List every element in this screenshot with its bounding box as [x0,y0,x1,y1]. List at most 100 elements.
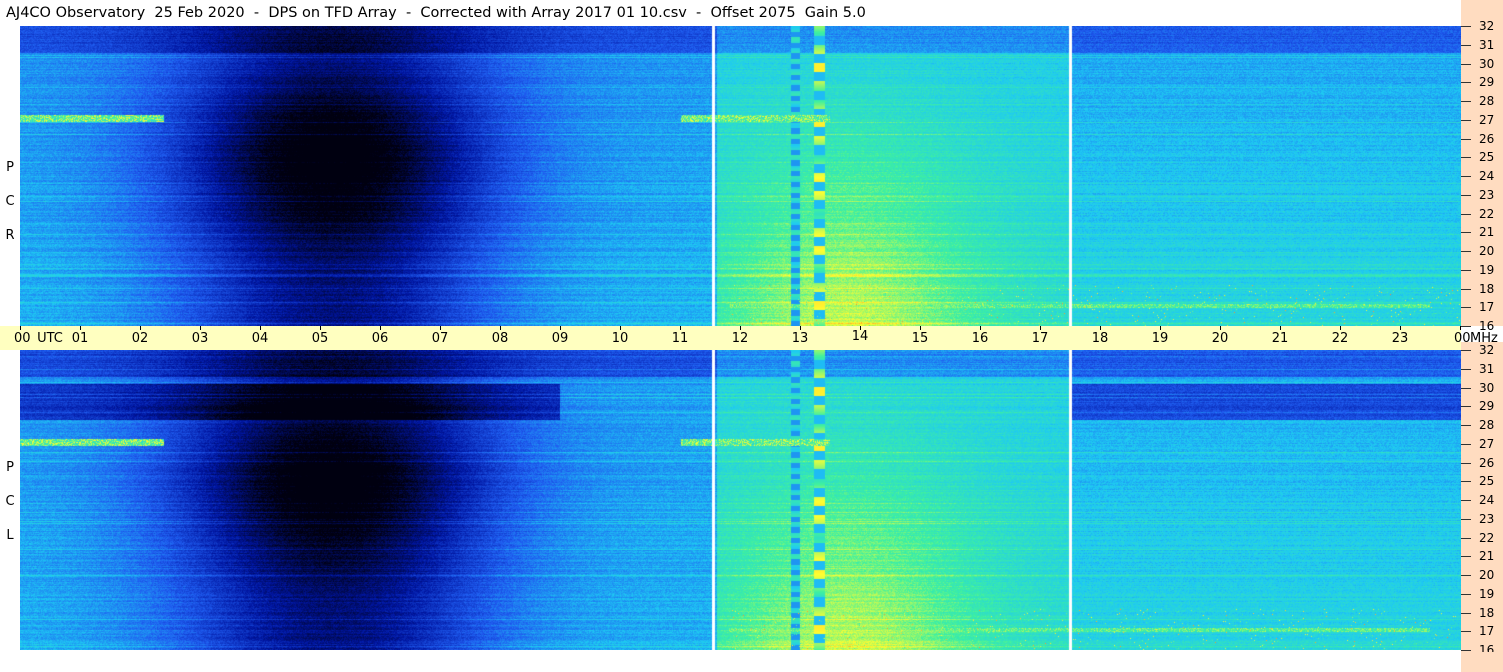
utc-axis: 00 01 02 03 04 05 06 07 08 09 10 11 12 13 14 15 16 17 18 19… [0,326,1498,350]
y-tick [1461,326,1471,327]
y-tick-label: 19 [1479,586,1495,601]
rcp-heatmap [20,26,1461,326]
x-tick-label: 12 [731,331,749,346]
freq-scale-top: 32 31 30 29 28 27 26 25 24 23 22 21 20 19 18 17 16 [1461,18,1503,333]
y-tick [1461,101,1471,102]
y-tick-label: 30 [1479,380,1495,395]
y-tick-label: 23 [1479,511,1495,526]
y-tick [1461,232,1471,234]
x-tick-label: 00 [14,331,31,346]
x-tick [80,326,81,330]
x-tick [1100,326,1101,330]
x-tick-label: 18 [1091,331,1109,346]
utc-unit-label: UTC [37,331,63,346]
y-tick [1461,462,1471,464]
y-tick-label: 32 [1479,343,1495,357]
y-tick-label: 29 [1479,399,1495,414]
y-tick-label: 25 [1479,150,1495,165]
x-tick-label: 13 [791,331,809,346]
x-tick [260,326,261,330]
x-tick [620,326,621,330]
y-tick-label: 19 [1479,262,1495,277]
x-tick-label: 21 [1271,331,1289,346]
y-tick [1461,63,1471,65]
y-tick-label: 24 [1479,169,1495,183]
y-tick-label: 31 [1479,361,1495,376]
x-tick-label: 15 [911,331,929,346]
x-tick [1220,326,1221,330]
x-tick-label: 10 [611,331,629,346]
x-tick [440,326,441,330]
x-tick-label: 08 [491,331,509,346]
freq-scale-end [1461,652,1503,672]
y-tick-label: 17 [1479,624,1495,639]
pol-letter: C [5,194,15,209]
x-tick [800,326,801,330]
y-tick-label: 21 [1479,549,1495,564]
y-tick-label: 22 [1479,530,1495,545]
x-tick [200,326,201,330]
x-tick-label: 06 [371,331,389,346]
y-tick [1461,368,1471,370]
y-tick [1461,518,1471,520]
x-tick [1400,326,1401,330]
y-tick [1461,406,1471,408]
x-tick [140,326,141,330]
y-tick [1461,537,1471,539]
x-tick-label: 22 [1331,331,1349,346]
x-tick-label: 03 [191,331,209,346]
x-tick-label: 05 [311,331,329,346]
x-tick-label: 07 [431,331,449,346]
pol-letter: R [5,228,15,243]
x-tick [1340,326,1341,330]
y-tick-label: 28 [1479,418,1495,432]
y-tick-label: 31 [1479,37,1495,52]
y-tick [1461,176,1471,177]
x-tick [740,326,741,330]
y-tick-label: 17 [1479,300,1495,315]
y-tick [1461,82,1471,84]
y-tick-label: 22 [1479,206,1495,221]
x-tick [1280,326,1281,330]
pol-label-top: P C R [0,26,20,326]
y-tick [1461,307,1471,309]
y-tick-label: 23 [1479,187,1495,202]
x-tick-label: 14 [851,329,869,344]
y-tick-label: 28 [1479,94,1495,108]
pol-letter: P [6,460,14,475]
y-tick [1461,631,1471,633]
y-tick [1461,251,1471,252]
y-tick-label: 18 [1479,605,1495,620]
y-tick-label: 27 [1479,436,1495,451]
x-tick [1040,326,1041,330]
x-tick [980,326,981,330]
x-tick-label: 19 [1151,331,1169,346]
pol-letter: L [6,528,14,543]
y-tick-label: 26 [1479,455,1495,470]
y-tick [1461,481,1471,483]
y-tick [1461,44,1471,46]
x-tick [680,326,681,330]
pol-label-bottom: P C L [0,350,20,650]
y-tick [1461,194,1471,196]
y-tick-label: 18 [1479,281,1495,296]
x-tick-label: 17 [1031,331,1049,346]
x-tick-label: 11 [671,331,689,346]
x-tick-label: 20 [1211,331,1229,346]
y-tick [1461,138,1471,140]
y-tick [1461,213,1471,215]
y-tick-label: 24 [1479,493,1495,507]
x-tick-label: 16 [971,331,989,346]
y-tick [1461,157,1471,159]
y-tick-label: 26 [1479,131,1495,146]
y-tick [1461,593,1471,595]
x-tick-label: 04 [251,331,269,346]
y-tick-label: 30 [1479,56,1495,71]
y-tick [1461,425,1471,426]
y-tick [1461,500,1471,501]
x-tick-label: 09 [551,331,569,346]
x-tick-label: 02 [131,331,149,346]
freq-scale-gap [1461,0,1503,18]
y-tick [1461,443,1471,445]
y-tick [1461,650,1471,651]
